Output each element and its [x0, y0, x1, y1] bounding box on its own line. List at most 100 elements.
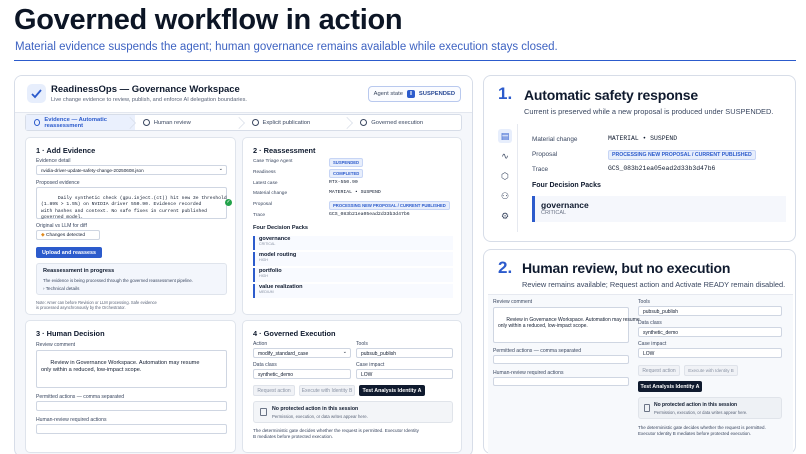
- card2-no-action-title: No protected action in this session: [654, 402, 738, 408]
- add-evidence-card: 1 · Add Evidence Evidence detail nvidia-…: [25, 137, 236, 315]
- reassess-text: The evidence is being processed through …: [43, 278, 194, 283]
- card2-inner-panel: Review comment Review in Governance Work…: [488, 294, 793, 454]
- action-label: Action: [253, 341, 268, 347]
- verified-check-icon: ✓: [225, 199, 232, 206]
- cube-icon[interactable]: ⬡: [498, 169, 512, 183]
- pulse-icon[interactable]: ∿: [498, 149, 512, 163]
- human-decision-card: 3 · Human Decision Review comment Review…: [25, 320, 236, 453]
- card2-required-input[interactable]: [493, 377, 629, 386]
- decision-pack-list: governance CRITICAL model routing HIGH p…: [253, 236, 453, 298]
- no-action-text: Permission, execution, or data writes ap…: [272, 414, 368, 419]
- test-identity-a-button[interactable]: Test Analysis Identity A: [359, 385, 425, 396]
- card2-review-textarea[interactable]: Review in Governance Workspace. Automati…: [493, 307, 640, 343]
- status-badge: PROCESSING NEW PROPOSAL / CURRENT PUBLIS…: [329, 201, 450, 211]
- row-key: Proposal: [532, 151, 558, 158]
- check-circle-icon: [34, 119, 41, 126]
- reassessment-progress-box: Reassessment in progress The evidence is…: [36, 263, 227, 295]
- status-badge: PROCESSING NEW PROPOSAL / CURRENT PUBLIS…: [608, 150, 756, 160]
- tools-label: Tools: [356, 341, 368, 347]
- required-actions-input[interactable]: [36, 424, 227, 434]
- permitted-actions-label: Permitted actions — comma separated: [36, 394, 125, 400]
- card2-title: Human review, but no execution: [522, 260, 731, 276]
- app-subtitle: Live change evidence to review, publish,…: [51, 97, 247, 103]
- original-vs-llm-label: Original vs LLM for diff: [36, 223, 87, 229]
- row-key: Material change: [253, 191, 288, 197]
- card2-permitted-input[interactable]: [493, 355, 629, 364]
- case-impact-input[interactable]: LOW: [356, 369, 453, 379]
- step-human-review[interactable]: Human review: [135, 115, 244, 130]
- row-key: Proposal: [253, 202, 272, 208]
- automatic-safety-response-card: 1. Automatic safety response Current is …: [483, 75, 796, 242]
- gate-footer-text: The deterministic gate decides whether t…: [253, 428, 419, 439]
- card2-subtitle: Review remains available; Request action…: [522, 280, 786, 289]
- upload-and-reassess-button[interactable]: Upload and reassess: [36, 247, 102, 258]
- card1-subtitle: Current is preserved while a new proposa…: [524, 107, 774, 116]
- card2-request-action-button[interactable]: Request action: [638, 365, 680, 376]
- status-badge: SUSPENDED: [329, 158, 364, 167]
- add-evidence-title: 1 · Add Evidence: [36, 146, 96, 155]
- logo-icon: [27, 84, 46, 103]
- card2-data-class-input[interactable]: synthetic_demo: [638, 327, 782, 337]
- divider: [14, 60, 796, 61]
- proposed-evidence-textarea[interactable]: Daily synthetic check (gpu.inject.(ct)) …: [36, 187, 227, 220]
- app-title: ReadinessOps — Governance Workspace: [51, 84, 240, 95]
- decision-pack[interactable]: model routing HIGH: [253, 252, 453, 266]
- row-key: Material change: [532, 136, 578, 143]
- data-class-input[interactable]: synthetic_demo: [253, 369, 351, 379]
- status-badge: COMPLETED: [329, 168, 364, 178]
- decision-packs-title: Four Decision Packs: [253, 225, 309, 231]
- tools-input[interactable]: pubsub_publish: [356, 348, 453, 358]
- card1-decision-pack[interactable]: governance CRITICAL: [532, 196, 786, 222]
- proposed-evidence-label: Proposed evidence: [36, 180, 80, 186]
- review-comment-label: Review comment: [36, 342, 76, 348]
- pipeline-note: Note: Amer can before Revision or LLM pr…: [36, 300, 157, 311]
- headline: Governed workflow in action: [14, 4, 403, 36]
- permitted-actions-input[interactable]: [36, 401, 227, 411]
- row-key: Latest case: [253, 180, 278, 186]
- governance-workspace-window: ReadinessOps — Governance Workspace Live…: [14, 75, 473, 454]
- decision-pack[interactable]: value realization MEDIUM: [253, 284, 453, 298]
- card1-packs-title: Four Decision Packs: [532, 182, 601, 189]
- card2-data-class-label: Data class: [638, 320, 662, 326]
- request-action-button[interactable]: Request action: [253, 385, 295, 396]
- gear-icon[interactable]: ⚙: [498, 209, 512, 223]
- card2-tools-input[interactable]: pubsub_publish: [638, 306, 782, 316]
- document-icon[interactable]: ▤: [498, 129, 512, 143]
- card2-execute-identity-b-button[interactable]: Execute with Identity B: [684, 365, 738, 376]
- card2-test-identity-a-button[interactable]: Test Analysis Identity A: [638, 381, 702, 392]
- step-explicit-publication[interactable]: Explicit publication: [244, 115, 353, 130]
- action-select[interactable]: modify_standard_case ⌄: [253, 348, 351, 358]
- row-value: MATERIAL • SUSPEND: [329, 190, 381, 196]
- governed-execution-title: 4 · Governed Execution: [253, 329, 336, 338]
- review-comment-textarea[interactable]: Review in Governance Workspace. Automati…: [36, 350, 227, 388]
- agent-state-value: SUSPENDED: [418, 91, 455, 97]
- card2-no-protected-action-box: No protected action in this session Perm…: [638, 397, 782, 419]
- side-rail: ▤ ∿ ⬡ ⚇ ⚙: [492, 124, 518, 232]
- reassess-title: Reassessment in progress: [43, 268, 115, 274]
- case-impact-label: Case impact: [356, 362, 385, 368]
- step-evidence[interactable]: Evidence — Automatic reassessment: [26, 115, 135, 130]
- card2-tools-label: Tools: [638, 299, 650, 305]
- card2-number: 2.: [498, 258, 513, 277]
- chevron-down-icon: ⌄: [342, 349, 347, 355]
- technical-details-toggle[interactable]: › Technical details: [43, 286, 79, 291]
- step-governed-execution[interactable]: Governed execution: [352, 115, 461, 130]
- row-value: GCS_083b21ea05ead2d33b3d47b6: [329, 212, 410, 217]
- no-protected-action-box: No protected action in this session Perm…: [253, 401, 453, 423]
- decision-pack[interactable]: governance CRITICAL: [253, 236, 453, 250]
- row-key: Trace: [532, 166, 549, 173]
- execute-identity-b-button[interactable]: Execute with Identity B: [299, 385, 355, 396]
- changes-detected-toggle[interactable]: ◆ Changes detected: [36, 230, 100, 240]
- person-icon: [142, 119, 150, 126]
- card2-no-action-text: Permission, execution, or data writes ap…: [654, 410, 748, 415]
- decision-pack[interactable]: portfolio HIGH: [253, 268, 453, 282]
- shield-icon: [360, 119, 368, 126]
- users-icon[interactable]: ⚇: [498, 189, 512, 203]
- evidence-detail-select[interactable]: nvidia-driver-update-safety-change-20250…: [36, 165, 227, 175]
- chevron-right-icon: ›: [43, 286, 45, 291]
- agent-state-label: Agent state: [373, 91, 403, 97]
- app-header: ReadinessOps — Governance Workspace Live…: [15, 76, 472, 113]
- human-review-card: 2. Human review, but no execution Review…: [483, 249, 796, 454]
- subline: Material evidence suspends the agent; hu…: [15, 41, 558, 53]
- card2-impact-input[interactable]: LOW: [638, 348, 782, 358]
